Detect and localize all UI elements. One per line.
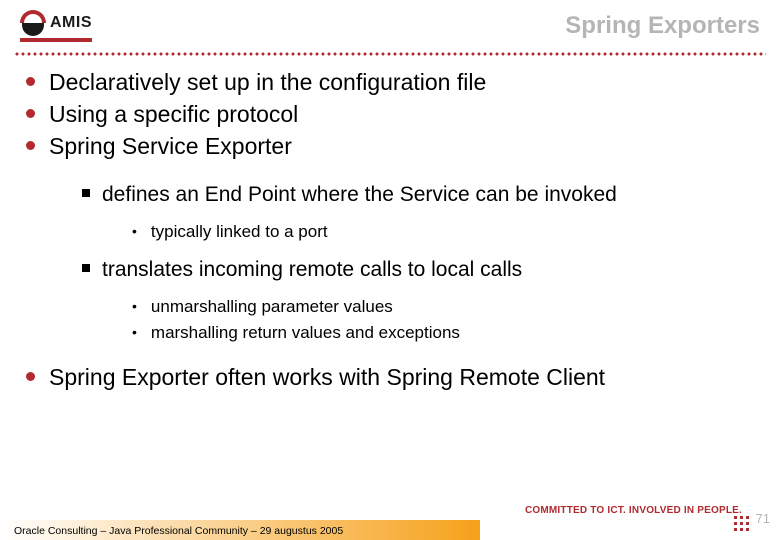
bullet-text: Spring Exporter often works with Spring …	[49, 363, 605, 393]
slide-body: Declaratively set up in the configuratio…	[0, 68, 780, 392]
logo-text: AMIS	[50, 14, 92, 32]
bullet-text: Spring Service Exporter	[49, 132, 292, 162]
bullet-text: translates incoming remote calls to loca…	[102, 256, 522, 283]
bullet-text: typically linked to a port	[151, 221, 328, 243]
bullet-dot-icon	[26, 372, 35, 381]
bullet-level1: Declaratively set up in the configuratio…	[26, 68, 760, 98]
bullet-level2: defines an End Point where the Service c…	[82, 181, 760, 208]
bullet-level3: • typically linked to a port	[132, 221, 760, 243]
bullet-level1: Using a specific protocol	[26, 100, 760, 130]
slide-title: Spring Exporters	[565, 12, 760, 40]
bullet-level3: • marshalling return values and exceptio…	[132, 322, 760, 344]
bullet-level1: Spring Exporter often works with Spring …	[26, 363, 760, 393]
logo-icon	[20, 10, 46, 36]
bullet-small-dot-icon: •	[132, 296, 137, 316]
bullet-text: Declaratively set up in the configuratio…	[49, 68, 486, 98]
footer-text: Oracle Consulting – Java Professional Co…	[14, 525, 343, 537]
logo: AMIS	[20, 10, 92, 42]
bullet-text: Using a specific protocol	[49, 100, 298, 130]
bullet-level3: • unmarshalling parameter values	[132, 296, 760, 318]
bullet-level2: translates incoming remote calls to loca…	[82, 256, 760, 283]
bullet-square-icon	[82, 264, 90, 272]
page-number: 71	[756, 511, 770, 526]
bullet-dot-icon	[26, 141, 35, 150]
bullet-small-dot-icon: •	[132, 221, 137, 241]
bullet-level1: Spring Service Exporter	[26, 132, 760, 162]
bullet-small-dot-icon: •	[132, 322, 137, 342]
bullet-square-icon	[82, 189, 90, 197]
footer-dots-icon	[734, 516, 750, 532]
bullet-dot-icon	[26, 77, 35, 86]
bullet-text: marshalling return values and exceptions	[151, 322, 460, 344]
slide-header: AMIS Spring Exporters	[0, 0, 780, 48]
footer-tagline: COMMITTED TO ICT. INVOLVED IN PEOPLE.	[525, 505, 742, 516]
bullet-text: defines an End Point where the Service c…	[102, 181, 617, 208]
bullet-dot-icon	[26, 109, 35, 118]
dotted-divider	[14, 52, 766, 56]
bullet-text: unmarshalling parameter values	[151, 296, 393, 318]
slide-footer: COMMITTED TO ICT. INVOLVED IN PEOPLE. Or…	[0, 504, 780, 540]
logo-underline	[20, 38, 92, 42]
